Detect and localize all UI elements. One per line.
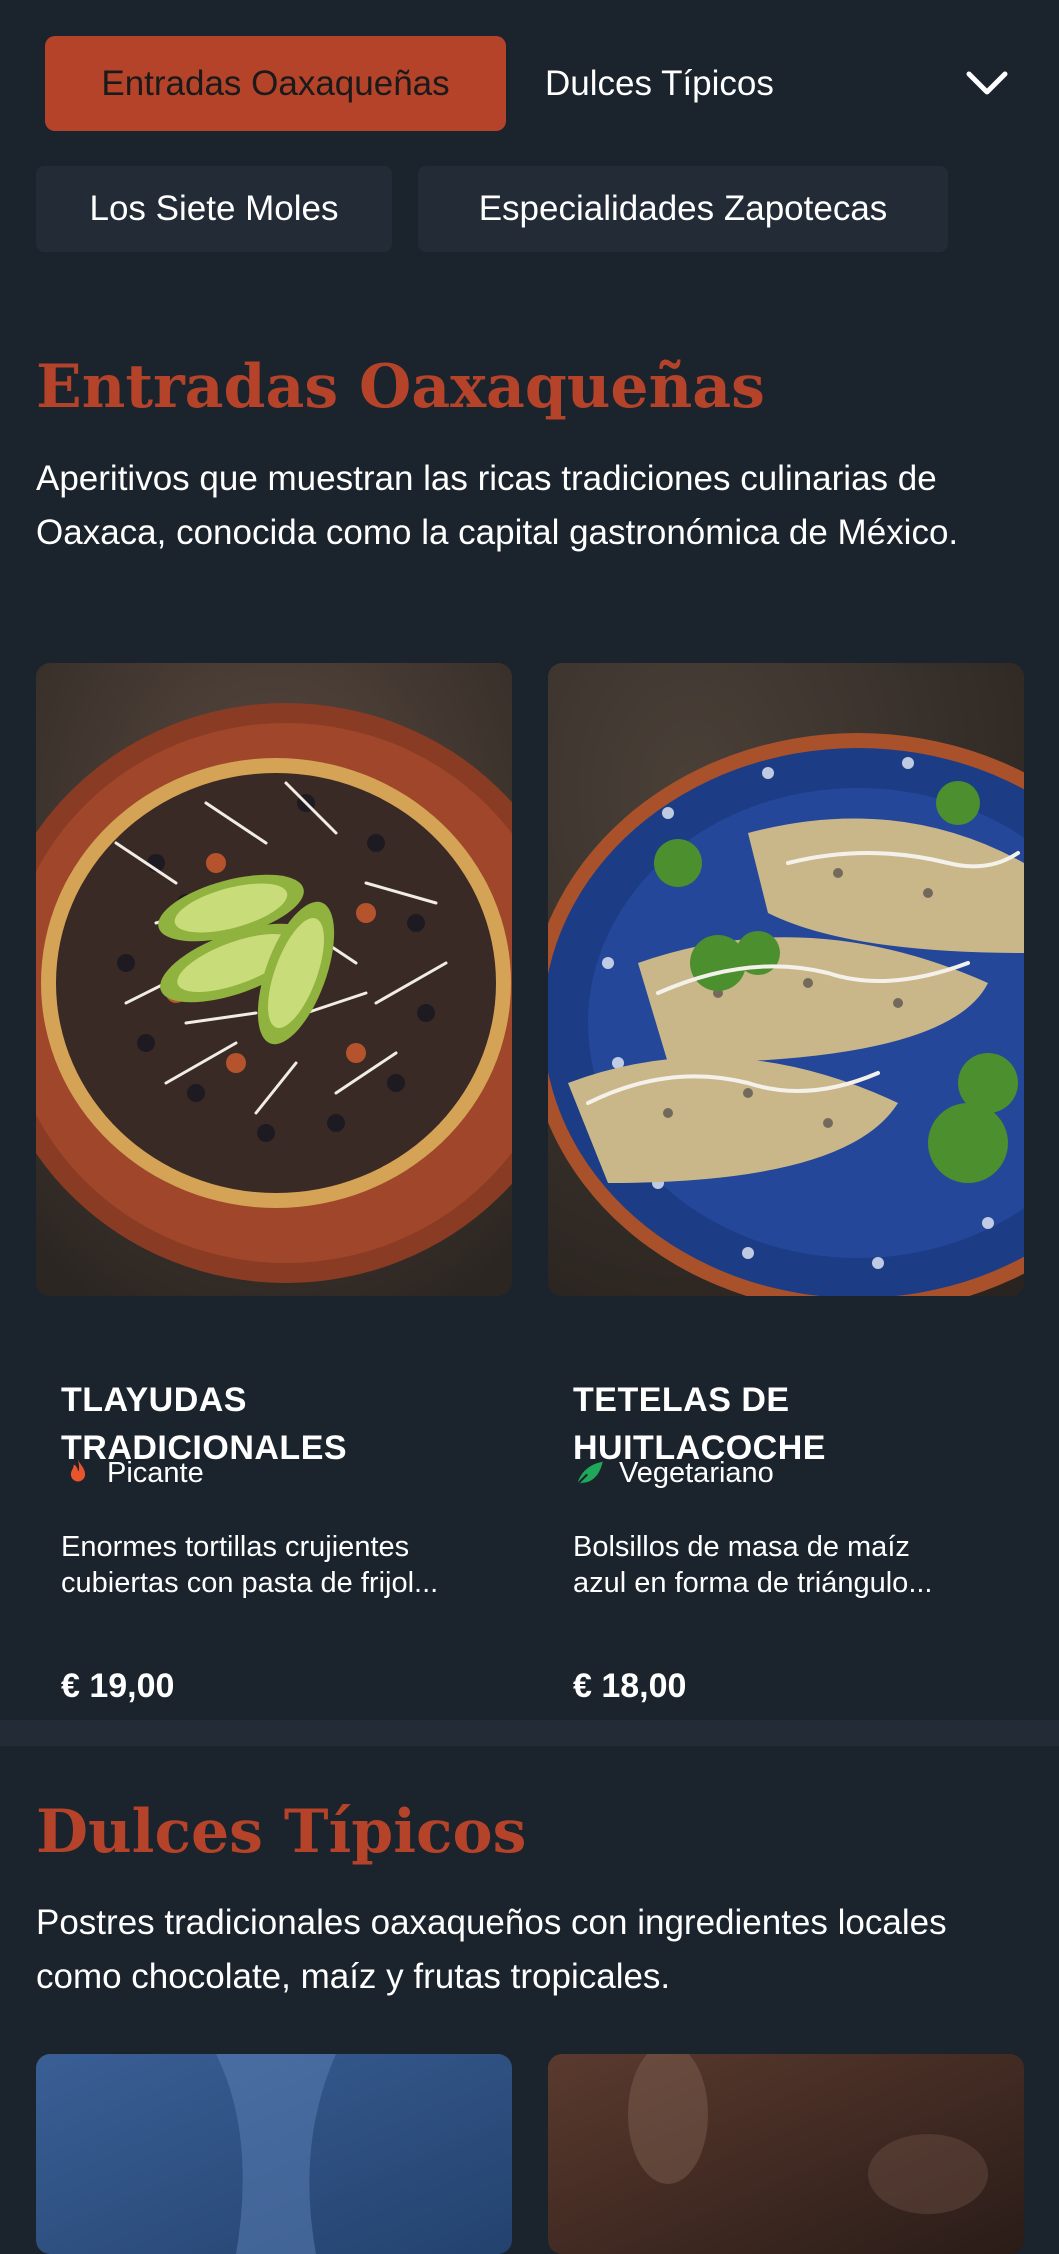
- menu-item-price: € 18,00: [573, 1667, 687, 1705]
- menu-item-card[interactable]: TETELAS DE HUITLACOCHE Vegetariano Bolsi…: [548, 663, 1024, 1705]
- menu-item-card[interactable]: TLAYUDAS TRADICIONALES Picante Enormes t…: [36, 663, 512, 1705]
- section-divider: [0, 1720, 1059, 1746]
- section-description-entradas: Aperitivos que muestran las ricas tradic…: [36, 459, 959, 552]
- dietary-tag: Picante: [61, 1456, 204, 1490]
- tab-los-siete-moles[interactable]: Los Siete Moles: [36, 166, 392, 252]
- dessert-image[interactable]: [548, 2054, 1024, 2254]
- menu-item-description: Bolsillos de masa de maíz azul en forma …: [573, 1531, 933, 1599]
- tetelas-dish-image: [548, 663, 1024, 1296]
- dietary-tag: Vegetariano: [573, 1456, 774, 1490]
- tab-dulces-tipicos[interactable]: Dulces Típicos: [545, 36, 774, 131]
- tag-label: Picante: [107, 1456, 204, 1489]
- tab-entradas-oaxaquenas[interactable]: Entradas Oaxaqueñas: [45, 36, 506, 131]
- leaf-icon: [576, 1461, 603, 1486]
- tab-especialidades-zapotecas[interactable]: Especialidades Zapotecas: [418, 166, 948, 252]
- chevron-down-icon[interactable]: [963, 62, 1011, 104]
- menu-item-price: € 19,00: [61, 1667, 175, 1705]
- tlayuda-dish-image: [36, 663, 512, 1296]
- section-title-entradas: Entradas Oaxaqueñas: [36, 352, 765, 422]
- flame-icon: [70, 1458, 86, 1482]
- dessert-image[interactable]: [36, 2054, 512, 2254]
- category-nav: Entradas Oaxaqueñas Dulces Típicos: [0, 0, 1059, 162]
- section-description-dulces: Postres tradicionales oaxaqueños con ing…: [36, 1903, 947, 1996]
- tag-label: Vegetariano: [619, 1456, 774, 1489]
- section-title-dulces: Dulces Típicos: [36, 1797, 527, 1867]
- menu-item-description: Enormes tortillas crujientes cubiertas c…: [61, 1531, 439, 1599]
